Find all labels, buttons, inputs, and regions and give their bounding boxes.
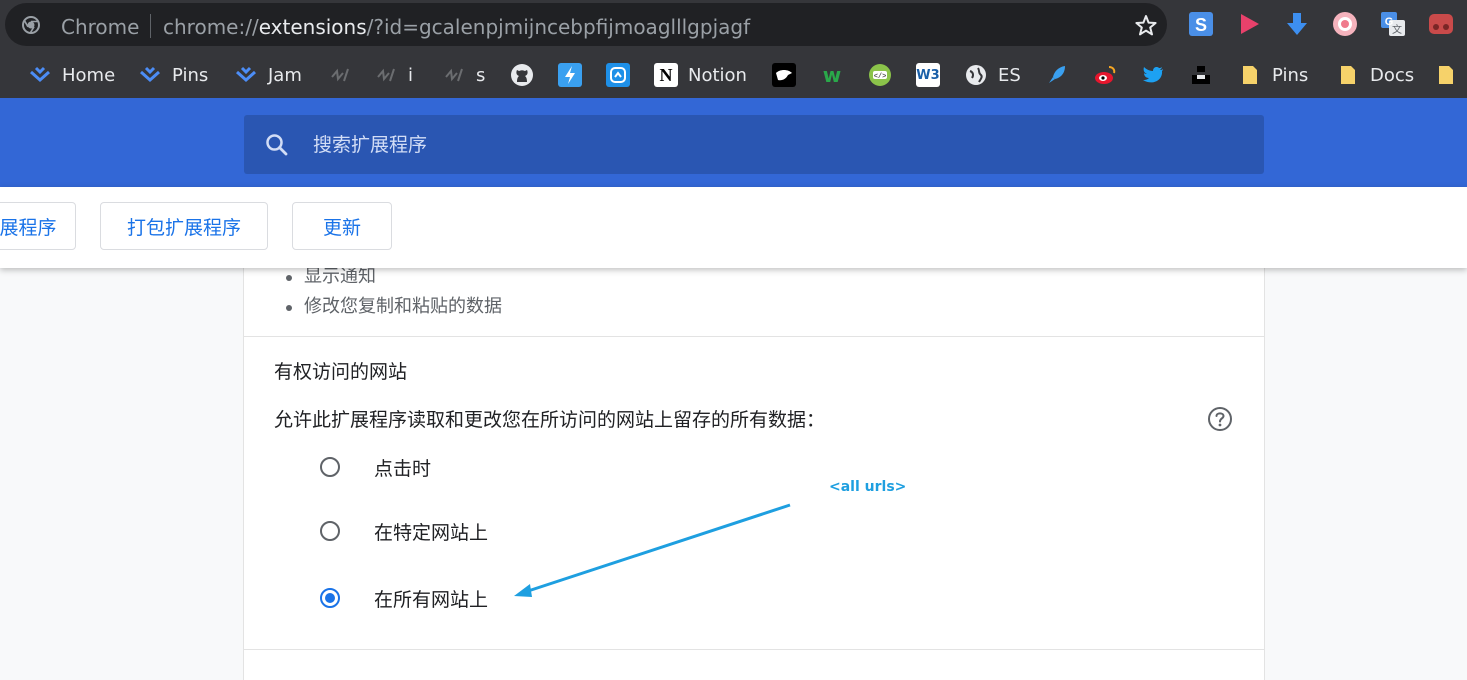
- bookmark-folder-partial[interactable]: [1434, 62, 1458, 88]
- bookmark-label: Pins: [172, 64, 209, 86]
- w3-icon: W3: [916, 63, 940, 87]
- bookmark-label: Home: [62, 64, 116, 86]
- divider: [244, 649, 1264, 650]
- bookmark-label: Notion: [688, 64, 747, 86]
- option-label: 点击时: [374, 457, 432, 480]
- download-arrow-icon[interactable]: [1284, 11, 1310, 37]
- bookmark-twitter[interactable]: [1141, 62, 1165, 88]
- extensions-header: 搜索扩展程序: [0, 98, 1467, 187]
- url-scheme: chrome://: [163, 15, 259, 39]
- radio-button-checked[interactable]: [320, 588, 340, 608]
- jira-icon: [28, 63, 52, 87]
- bookmark-bird[interactable]: [772, 62, 796, 88]
- site-label: Chrome: [61, 15, 140, 39]
- option-on-click[interactable]: 点击时: [320, 452, 431, 482]
- notion-icon: N: [654, 63, 678, 87]
- bookmark-home[interactable]: Home: [28, 62, 115, 88]
- bookmark-code-1[interactable]: [328, 62, 352, 88]
- radio-button[interactable]: [320, 521, 340, 541]
- twitter-icon: [1141, 63, 1165, 87]
- omnibox-separator: [150, 14, 151, 38]
- bookmark-folder-docs[interactable]: Docs: [1336, 62, 1414, 88]
- jira-icon: [138, 63, 162, 87]
- code-badge-icon: </>: [868, 63, 892, 87]
- bookmark-folder-pins[interactable]: Pins: [1238, 62, 1308, 88]
- svg-text:文: 文: [1392, 23, 1402, 36]
- rocket-icon: [1045, 63, 1069, 87]
- folder-icon: [1238, 63, 1262, 87]
- bookmark-es[interactable]: ES: [964, 62, 1021, 88]
- permission-item: 修改您复制和粘贴的数据: [286, 292, 502, 322]
- search-placeholder: 搜索扩展程序: [313, 134, 428, 156]
- chrome-logo-icon[interactable]: [21, 15, 41, 35]
- load-unpacked-button[interactable]: 展程序: [0, 202, 76, 250]
- globe-icon: [964, 63, 988, 87]
- pack-extension-button[interactable]: 打包扩展程序: [100, 202, 268, 250]
- s-letter-icon[interactable]: S: [1188, 11, 1214, 37]
- bookmark-github[interactable]: [510, 62, 534, 88]
- url-text[interactable]: chrome://extensions/?id=gcalenpjmijncebp…: [163, 15, 750, 39]
- developer-toolbar: 展程序 打包扩展程序 更新: [0, 187, 1467, 268]
- bookmark-unsplash[interactable]: [1189, 62, 1213, 88]
- bookmark-code-badge[interactable]: </>: [868, 62, 892, 88]
- bookmark-star-icon[interactable]: [1133, 13, 1159, 39]
- browser-top-bar: Chrome chrome://extensions/?id=gcalenpjm…: [0, 0, 1467, 52]
- github-icon: [510, 63, 534, 87]
- bookmark-jam[interactable]: Jam: [234, 62, 302, 88]
- site-access-description: 允许此扩展程序读取和更改您在所访问的网站上留存的所有数据：: [274, 409, 826, 431]
- code-slash-icon: [374, 63, 398, 87]
- circle-dot-icon[interactable]: [1332, 11, 1358, 37]
- bird-icon: [772, 63, 796, 87]
- extension-details-card: 显示通知 修改您复制和粘贴的数据 有权访问的网站 允许此扩展程序读取和更改您在所…: [244, 240, 1264, 680]
- search-icon: [266, 134, 288, 156]
- bookmark-weibo[interactable]: [1093, 62, 1117, 88]
- bookmark-refresh[interactable]: [606, 62, 630, 88]
- code-slash-icon: [328, 63, 352, 87]
- code-slash-icon: [442, 63, 466, 87]
- jira-icon: [234, 63, 258, 87]
- weibo-icon: [1093, 63, 1117, 87]
- option-specific-sites[interactable]: 在特定网站上: [320, 516, 488, 546]
- lightning-icon: [558, 63, 582, 87]
- play-icon[interactable]: [1236, 11, 1262, 37]
- option-label: 在所有网站上: [374, 588, 489, 611]
- folder-icon: [1434, 63, 1458, 87]
- red-square-icon[interactable]: [1428, 11, 1454, 37]
- bookmark-code-s[interactable]: s: [442, 62, 485, 88]
- bookmark-w-green[interactable]: w: [820, 62, 844, 88]
- bookmark-label: i: [408, 64, 414, 86]
- bookmark-lightning[interactable]: [558, 62, 582, 88]
- site-access-title: 有权访问的网站: [274, 361, 408, 383]
- bookmark-label: s: [476, 64, 486, 86]
- url-host: extensions: [258, 15, 367, 39]
- permissions-list: 显示通知 修改您复制和粘贴的数据: [286, 262, 502, 322]
- annotation-label: <all urls>: [829, 479, 907, 495]
- bookmark-label: Pins: [1272, 64, 1309, 86]
- option-label: 在特定网站上: [374, 521, 489, 544]
- w-green-icon: w: [822, 63, 842, 87]
- bookmark-pins[interactable]: Pins: [138, 62, 208, 88]
- option-all-sites[interactable]: 在所有网站上: [320, 583, 488, 613]
- svg-text:S: S: [1195, 15, 1207, 35]
- unsplash-icon: [1189, 63, 1213, 87]
- bookmark-label: Docs: [1370, 64, 1415, 86]
- svg-text:</>: </>: [874, 73, 887, 81]
- bookmark-rocket[interactable]: [1045, 62, 1069, 88]
- update-button[interactable]: 更新: [292, 202, 392, 250]
- url-path: /?id=gcalenpjmijncebpfijmoaglllgpjagf: [366, 15, 751, 39]
- bookmark-label: ES: [998, 64, 1021, 86]
- omnibox[interactable]: Chrome chrome://extensions/?id=gcalenpjm…: [5, 3, 1167, 46]
- bookmark-w3[interactable]: W3: [916, 62, 940, 88]
- bookmark-code-i[interactable]: i: [374, 62, 413, 88]
- search-input[interactable]: 搜索扩展程序: [244, 115, 1264, 174]
- help-icon[interactable]: [1206, 405, 1234, 433]
- bookmark-notion[interactable]: N Notion: [654, 62, 747, 88]
- google-translate-icon[interactable]: G文: [1380, 11, 1406, 37]
- divider: [244, 336, 1264, 337]
- refresh-box-icon: [606, 63, 630, 87]
- radio-button[interactable]: [320, 457, 340, 477]
- bookmark-label: Jam: [268, 64, 302, 86]
- bookmarks-bar: t Home Pins Jam i s N Notion w </>: [0, 52, 1467, 98]
- folder-icon: [1336, 63, 1360, 87]
